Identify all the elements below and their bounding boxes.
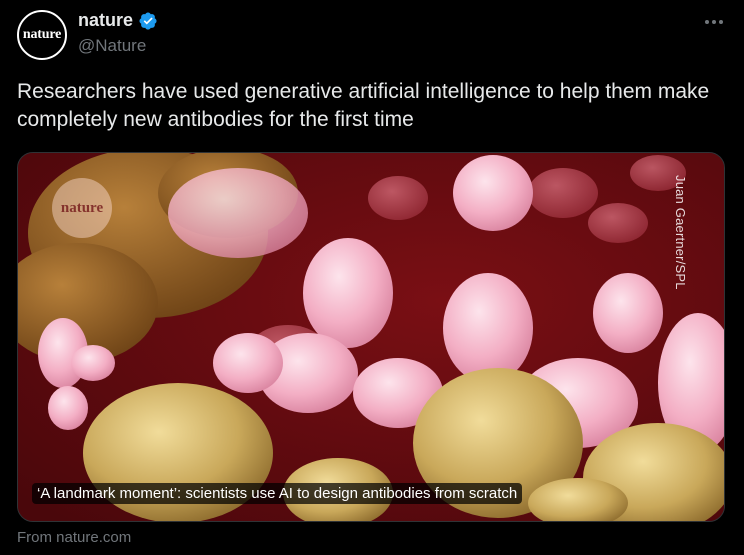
nature-watermark-logo: nature: [52, 178, 112, 238]
tweet-text: Researchers have used generative artific…: [17, 80, 710, 131]
more-horizontal-icon: [705, 20, 709, 24]
link-card[interactable]: nature Juan Gaertner/SPL ‘A landmark mom…: [17, 152, 725, 522]
antibody-illustration: [18, 153, 724, 521]
card-title[interactable]: ‘A landmark moment’: scientists use AI t…: [32, 483, 523, 504]
tweet: nature nature @Nature Researchers have u…: [0, 0, 744, 555]
image-credit: Juan Gaertner/SPL: [673, 175, 688, 290]
card-source-link[interactable]: From nature.com: [17, 529, 131, 546]
verified-badge-icon: [139, 11, 157, 30]
author-handle[interactable]: @Nature: [78, 36, 146, 56]
more-options-button[interactable]: [700, 12, 728, 32]
avatar-logo-text: nature: [22, 27, 62, 42]
author-display-name[interactable]: nature: [78, 10, 133, 31]
avatar[interactable]: nature: [17, 10, 67, 60]
more-horizontal-icon-dot: [719, 20, 723, 24]
author-name-row: nature: [78, 10, 158, 31]
watermark-text: nature: [60, 199, 104, 216]
more-horizontal-icon-dot: [712, 20, 716, 24]
